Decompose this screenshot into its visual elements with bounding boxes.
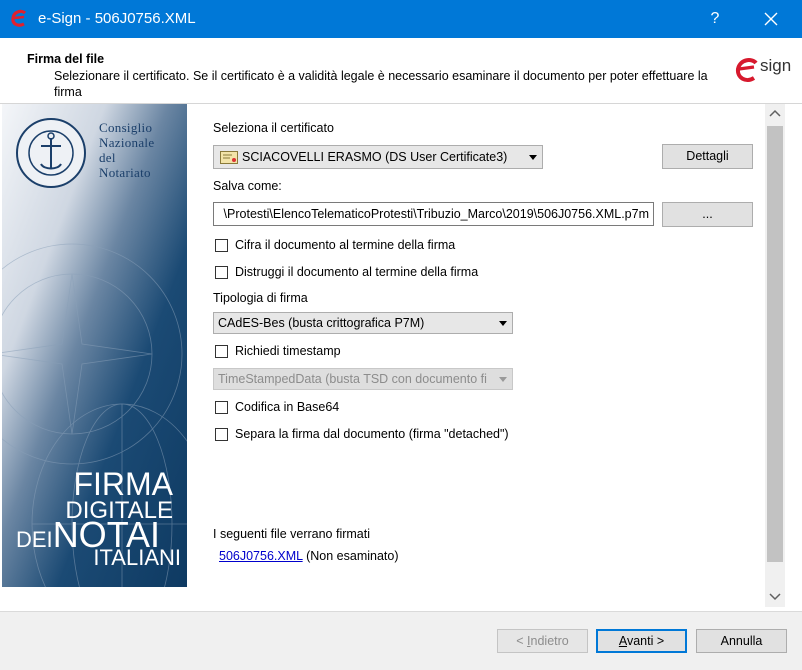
file-link[interactable]: 506J0756.XML <box>219 549 303 563</box>
org-line-3: del <box>99 150 116 165</box>
help-button[interactable]: ? <box>695 0 735 38</box>
destroy-checkbox[interactable] <box>215 266 228 279</box>
save-path-value: \Protesti\ElencoTelematicoProtesti\Tribu… <box>223 207 649 221</box>
sign-type-label: Tipologia di firma <box>213 291 308 305</box>
timestamp-type-select: TimeStampedData (busta TSD con documento… <box>213 368 513 390</box>
org-line-2: Nazionale <box>99 135 155 150</box>
timestamp-type-value: TimeStampedData (busta TSD con documento… <box>218 372 487 386</box>
brand-line-4: ITALIANI <box>93 545 181 570</box>
org-name: Consiglio Nazionale del Notariato <box>99 120 154 180</box>
base64-checkbox[interactable] <box>215 401 228 414</box>
sign-type-select[interactable]: CAdES-Bes (busta crittografica P7M) <box>213 312 513 334</box>
detached-label[interactable]: Separa la firma dal documento (firma "de… <box>235 427 509 441</box>
wizard-footer: < Indietro Avanti > Annulla <box>0 611 802 670</box>
save-label: Salva come: <box>213 179 282 193</box>
close-icon[interactable] <box>748 0 794 38</box>
scrollbar-thumb[interactable] <box>767 126 783 562</box>
vertical-scrollbar[interactable] <box>765 104 785 607</box>
org-line-4: Notariato <box>99 165 151 180</box>
esign-logo-text: sign <box>760 56 792 75</box>
save-path-input[interactable]: \Protesti\ElencoTelematicoProtesti\Tribu… <box>213 202 654 226</box>
next-rest: vanti > <box>626 634 665 648</box>
destroy-label[interactable]: Distruggi il documento al termine della … <box>235 265 478 279</box>
sign-type-value: CAdES-Bes (busta crittografica P7M) <box>218 316 425 330</box>
details-button[interactable]: Dettagli <box>662 144 753 169</box>
esign-logo: sign <box>734 52 794 86</box>
window-title: e-Sign - 506J0756.XML <box>38 10 196 27</box>
encrypt-checkbox[interactable] <box>215 239 228 252</box>
next-button[interactable]: Avanti > <box>596 629 687 653</box>
timestamp-label[interactable]: Richiedi timestamp <box>235 344 341 358</box>
browse-button[interactable]: ... <box>662 202 753 227</box>
org-line-1: Consiglio <box>99 120 153 135</box>
timestamp-checkbox[interactable] <box>215 345 228 358</box>
chevron-down-icon <box>529 155 537 160</box>
certificate-icon <box>220 151 238 164</box>
sidebar-banner: Consiglio Nazionale del Notariato FIRMA … <box>2 104 187 587</box>
base64-label[interactable]: Codifica in Base64 <box>235 400 339 414</box>
file-list-item: 506J0756.XML (Non esaminato) <box>219 549 399 563</box>
notariato-seal-icon <box>16 118 86 188</box>
back-prefix: < <box>516 634 528 648</box>
brand-line-1: FIRMA <box>73 466 173 502</box>
scroll-up-icon[interactable] <box>765 104 785 124</box>
page-subtitle: Selezionare il certificato. Se il certif… <box>54 69 708 99</box>
title-bar: e-Sign - 506J0756.XML ? <box>0 0 802 38</box>
back-button: < Indietro <box>497 629 588 653</box>
encrypt-label[interactable]: Cifra il documento al termine della firm… <box>235 238 455 252</box>
esign-logo-e-icon <box>735 58 758 82</box>
file-status: (Non esaminato) <box>306 549 399 563</box>
chevron-down-icon <box>499 377 507 382</box>
files-label: I seguenti file verrano firmati <box>213 527 371 541</box>
certificate-select[interactable]: SCIACOVELLI ERASMO (DS User Certificate3… <box>213 145 543 169</box>
cancel-button[interactable]: Annulla <box>696 629 787 653</box>
detached-checkbox[interactable] <box>215 428 228 441</box>
page-title: Firma del file <box>27 52 105 66</box>
next-accelerator: A <box>618 634 627 648</box>
brand-dei: DEI <box>16 527 53 552</box>
back-rest: ndietro <box>530 634 569 648</box>
cert-label: Seleziona il certificato <box>213 121 334 135</box>
chevron-down-icon <box>499 321 507 326</box>
certificate-value: SCIACOVELLI ERASMO (DS User Certificate3… <box>242 150 508 164</box>
esign-app-icon <box>11 9 27 27</box>
scroll-down-icon[interactable] <box>765 586 785 606</box>
wizard-header: Firma del file Selezionare il certificat… <box>0 38 802 104</box>
signature-form: Seleziona il certificato SCIACOVELLI ERA… <box>187 104 765 587</box>
